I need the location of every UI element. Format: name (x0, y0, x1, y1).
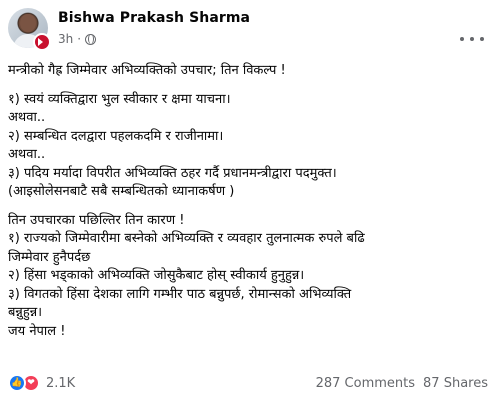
post-line: १) स्वयं व्यक्तिद्वारा भुल स्वीकार र क्ष… (8, 91, 231, 107)
post-header: Bishwa Prakash Sharma 3h · (8, 8, 496, 54)
post-line: जय नेपाल ! (8, 323, 66, 339)
post-line: २) सम्बन्धित दलद्वारा पहलकदमि र राजीनामा… (8, 128, 224, 144)
reaction-icons[interactable]: 👍 ❤ (8, 374, 40, 392)
avatar-face (20, 14, 36, 32)
meta-separator: · (77, 32, 82, 46)
post-line: मन्त्रीको गैह्र जिम्मेवार अभिव्यक्तिको उ… (8, 63, 286, 78)
reactions-bar: 👍 ❤ 2.1K 287 Comments 87 Shares (8, 372, 488, 394)
post-line: बन्नुहुन्न। (8, 305, 43, 320)
engagement-counts: 287 Comments 87 Shares (316, 376, 488, 391)
shares-count[interactable]: 87 Shares (423, 376, 488, 391)
post-time[interactable]: 3h (58, 32, 73, 46)
post-line: २) हिंसा भड्काको अभिव्यक्ति जोसुकैबाट हो… (8, 268, 305, 283)
post-line: जिम्मेवार हुनैपर्दछ (8, 249, 91, 265)
post-line: अथवा.. (8, 147, 46, 162)
post-line: (आइसोलेसनबाटै सबै सम्बन्धितको ध्यानाकर्ष… (8, 184, 235, 199)
post-line: ३) विगतको हिंसा देशका लागि गम्भीर पाठ बन… (8, 286, 352, 302)
reaction-count[interactable]: 2.1K (46, 376, 75, 391)
post-line: ३) पदिय मर्यादा विपरीत अभिव्यक्ति ठहर गर… (8, 165, 337, 181)
like-icon: 👍 (8, 374, 26, 392)
globe-icon (85, 33, 97, 45)
comments-count[interactable]: 287 Comments (316, 376, 415, 391)
post-text: मन्त्रीको गैह्र जिम्मेवार अभिव्यक्तिको उ… (8, 62, 488, 341)
post-card: Bishwa Prakash Sharma 3h · मन्त्रीको गैह… (0, 0, 496, 406)
more-options-icon[interactable] (460, 34, 484, 44)
post-meta: 3h · (58, 32, 97, 46)
post-line: १) राज्यको जिम्मेवारीमा बस्नेको अभिव्यक्… (8, 231, 365, 246)
post-line: अथवा.. (8, 110, 46, 125)
flag-badge-icon (33, 33, 51, 51)
post-line: तिन उपचारका पछिल्तिर तिन कारण ! (8, 212, 185, 228)
author-name[interactable]: Bishwa Prakash Sharma (58, 10, 250, 26)
